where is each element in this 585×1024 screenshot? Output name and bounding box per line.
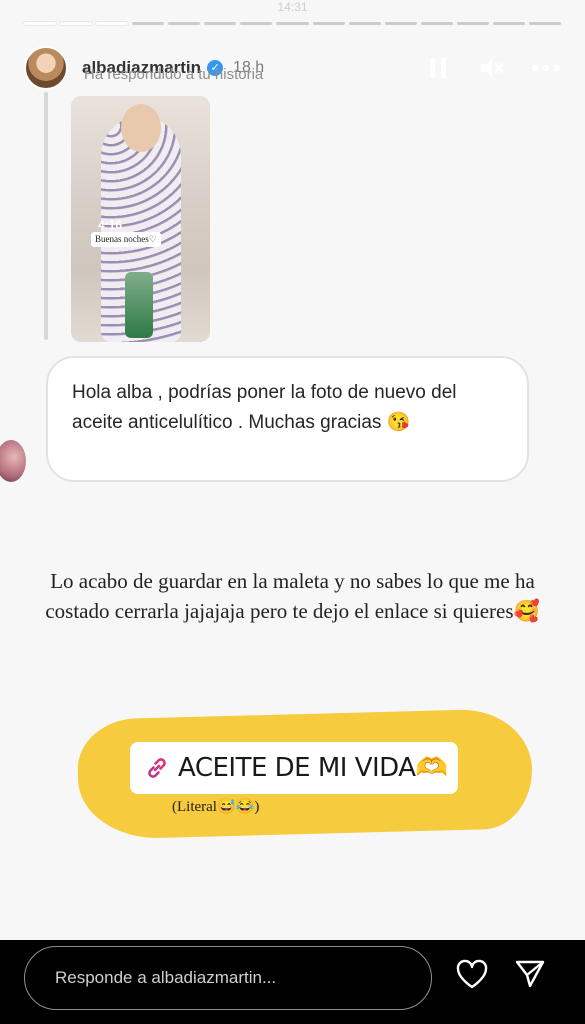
more-icon[interactable] xyxy=(531,53,561,83)
story-progress-bar xyxy=(24,22,561,25)
progress-segment xyxy=(168,22,201,25)
header-controls xyxy=(423,53,561,83)
replied-story-thumbnail[interactable]: 4:16 Buenas noches♡ xyxy=(71,96,210,342)
message-bubble: Hola alba , podrías poner la foto de nue… xyxy=(46,356,529,482)
progress-segment xyxy=(132,22,165,25)
progress-segment xyxy=(420,22,453,25)
progress-segment xyxy=(204,22,237,25)
note-text: (Literal😅😂) xyxy=(172,799,260,815)
progress-segment xyxy=(24,22,57,25)
thumbnail-sticker: Buenas noches♡ xyxy=(91,232,161,247)
send-icon[interactable] xyxy=(512,956,548,992)
thumbnail-bottle xyxy=(125,272,153,338)
progress-segment xyxy=(528,22,561,25)
progress-segment xyxy=(312,22,345,25)
link-sticker-label: ACEITE DE MI VIDA🫶 xyxy=(178,753,448,783)
reply-context-label: Ha respondido a tu historia xyxy=(84,66,264,83)
progress-segment xyxy=(348,22,381,25)
reply-input[interactable]: Responde a albadiazmartin... xyxy=(24,946,432,1010)
progress-segment xyxy=(384,22,417,25)
thumbnail-time-text: 4:16 xyxy=(98,218,123,232)
heart-icon[interactable] xyxy=(454,956,490,992)
link-icon xyxy=(142,753,172,783)
quote-bar xyxy=(44,92,48,340)
mute-icon[interactable] xyxy=(477,53,507,83)
progress-segment xyxy=(240,22,273,25)
progress-segment xyxy=(276,22,309,25)
status-bar-time: 14:31 xyxy=(277,0,308,14)
progress-segment xyxy=(492,22,525,25)
story-caption: Lo acabo de guardar en la maleta y no sa… xyxy=(45,569,540,623)
story-frame[interactable]: 14:31 albadiazmartin ✓ 18 h Ha respondid… xyxy=(0,0,585,940)
link-sticker[interactable]: ACEITE DE MI VIDA🫶 xyxy=(130,742,458,794)
progress-segment xyxy=(60,22,93,25)
pause-icon[interactable] xyxy=(423,53,453,83)
progress-segment xyxy=(96,22,129,25)
progress-segment xyxy=(456,22,489,25)
sender-avatar xyxy=(0,440,26,482)
message-text: Hola alba , podrías poner la foto de nue… xyxy=(72,382,457,433)
thumbnail-head xyxy=(121,104,161,152)
avatar[interactable] xyxy=(24,46,68,90)
reply-bar: Responde a albadiazmartin... xyxy=(0,940,585,1024)
